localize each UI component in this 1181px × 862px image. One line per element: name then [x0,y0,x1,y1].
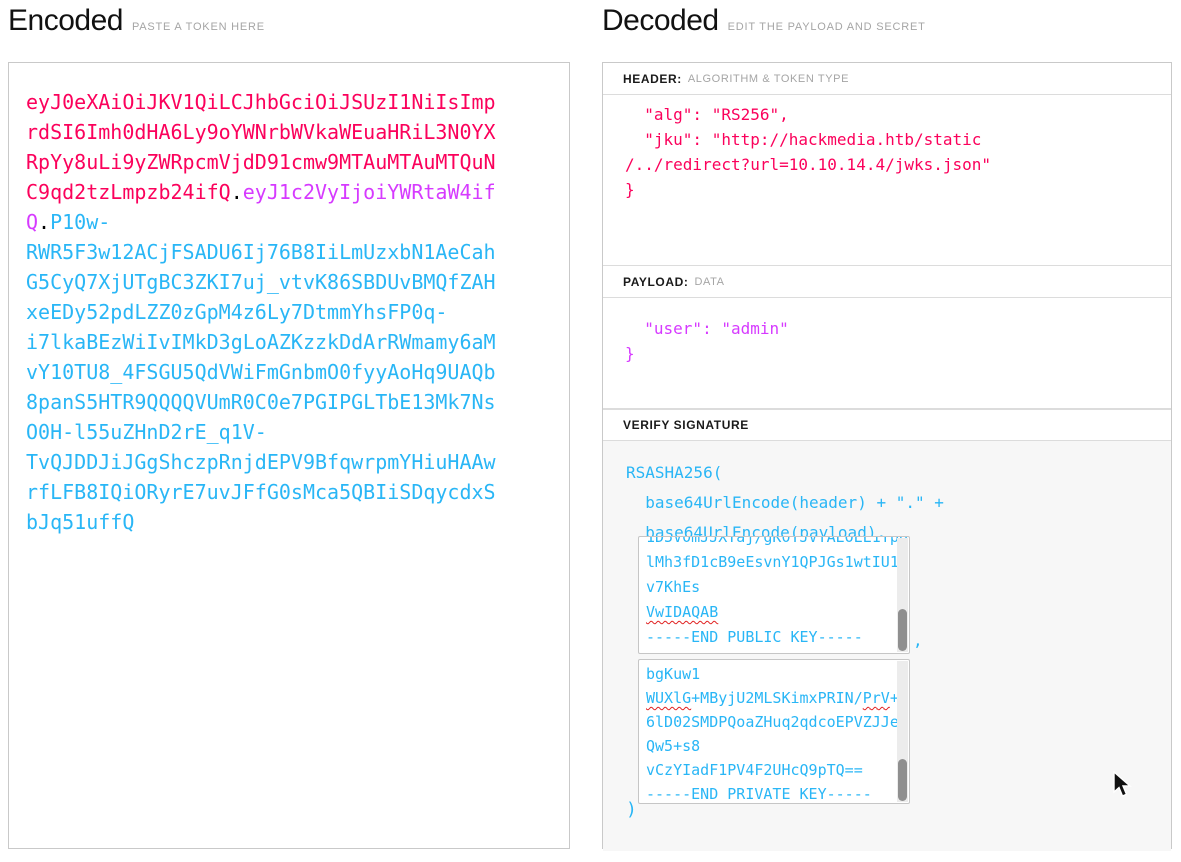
verify-signature-body: RSASHA256( base64UrlEncode(header) + "."… [603,441,1171,851]
header-json-text[interactable]: "alg": "RS256", "jku": "http://hackmedia… [603,95,1171,202]
encoded-token-box[interactable]: eyJ0eXAiOiJKV1QiLCJhbGciOiJSUzI1NiIsImpr… [8,62,570,849]
header-section-row: HEADER: ALGORITHM & TOKEN TYPE [603,63,1171,95]
encoded-token-input[interactable]: eyJ0eXAiOiJKV1QiLCJhbGciOiJSUzI1NiIsImpr… [9,63,569,537]
private-key-text[interactable]: bgKuw1WUXlG+MByjU2MLSKimxPRIN/PrV+D6lD02… [639,660,909,804]
public-key-text[interactable]: 1D5V0mJJXTaj/gK0TJVYAEOEE1YpBlMh3fD1cB9e… [639,536,909,650]
private-key-textarea[interactable]: bgKuw1WUXlG+MByjU2MLSKimxPRIN/PrV+D6lD02… [638,659,910,804]
encoded-title-row: Encoded PASTE A TOKEN HERE [8,4,265,38]
decoded-title-row: Decoded EDIT THE PAYLOAD AND SECRET [602,4,926,38]
verify-algorithm-text: RSASHA256( base64UrlEncode(header) + "."… [603,441,1171,548]
header-section-label: HEADER: [623,72,682,86]
decoded-subtitle: EDIT THE PAYLOAD AND SECRET [728,21,926,33]
header-section-sublabel: ALGORITHM & TOKEN TYPE [688,73,849,85]
decoded-title: Decoded [602,4,719,37]
payload-json-text[interactable]: "user": "admin" } [603,298,1171,366]
encoded-subtitle: PASTE A TOKEN HERE [132,21,265,33]
verify-section-label: VERIFY SIGNATURE [623,418,749,432]
mouse-cursor [1112,771,1136,799]
payload-section-label: PAYLOAD: [623,275,688,289]
encoded-title: Encoded [8,4,123,37]
public-key-textarea[interactable]: 1D5V0mJJXTaj/gK0TJVYAEOEE1YpBlMh3fD1cB9e… [638,536,910,654]
payload-json-editor[interactable]: "user": "admin" } [603,298,1171,409]
private-key-scrollbar-thumb[interactable] [898,759,907,801]
public-key-scrollbar-thumb[interactable] [898,609,907,651]
decoded-box: HEADER: ALGORITHM & TOKEN TYPE "alg": "R… [602,62,1172,849]
private-key-scrollbar[interactable] [897,661,908,802]
payload-section-row: PAYLOAD: DATA [603,266,1171,298]
header-json-editor[interactable]: "alg": "RS256", "jku": "http://hackmedia… [603,95,1171,266]
verify-close-paren: ) [626,799,637,820]
payload-section-sublabel: DATA [694,276,724,288]
verify-comma: , [913,631,923,650]
public-key-scrollbar[interactable] [897,538,908,652]
verify-section-row: VERIFY SIGNATURE [603,409,1171,441]
